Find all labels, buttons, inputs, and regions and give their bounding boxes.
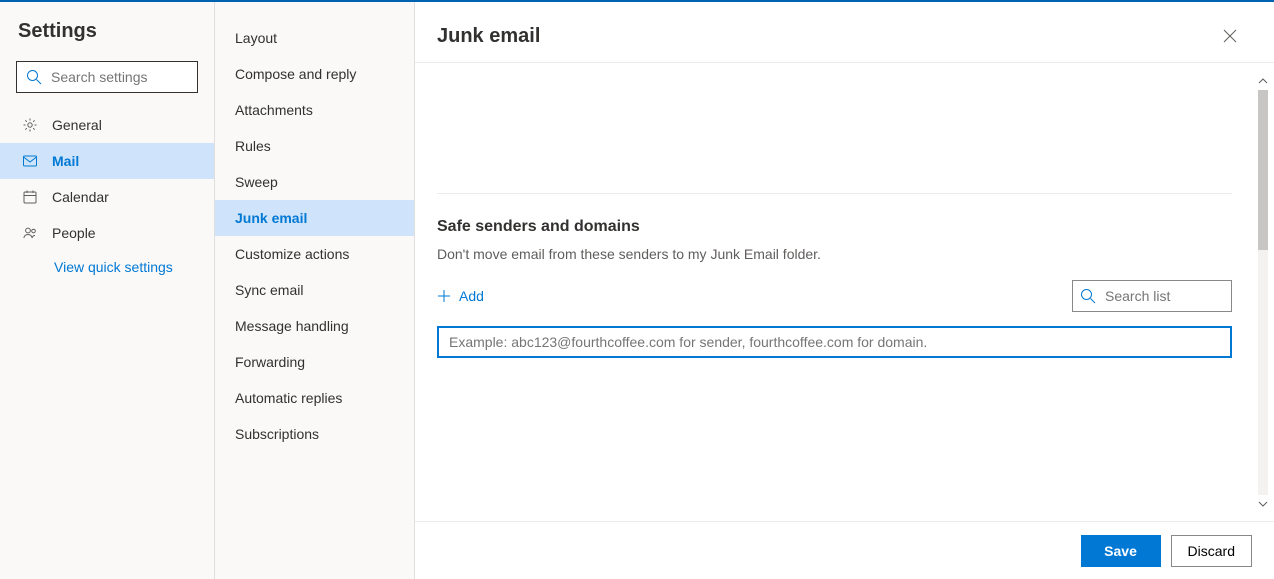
- main-panel: Junk email Safe senders and domains Don'…: [415, 2, 1274, 579]
- nav-label: Mail: [52, 153, 79, 169]
- scroll-up-arrow-icon: [1258, 76, 1268, 86]
- nav-label: General: [52, 117, 102, 133]
- save-button[interactable]: Save: [1081, 535, 1161, 567]
- subnav-junk-email[interactable]: Junk email: [215, 200, 414, 236]
- subnav-message-handling[interactable]: Message handling: [215, 308, 414, 344]
- search-icon: [26, 69, 42, 85]
- settings-sidebar: Settings General Mail Calendar: [0, 2, 215, 579]
- main-header: Junk email: [415, 2, 1274, 63]
- add-label: Add: [459, 288, 484, 304]
- subnav-compose-and-reply[interactable]: Compose and reply: [215, 56, 414, 92]
- app-root: Settings General Mail Calendar: [0, 2, 1274, 579]
- subnav-layout[interactable]: Layout: [215, 20, 414, 56]
- search-icon: [1080, 288, 1096, 304]
- close-button[interactable]: [1214, 20, 1246, 52]
- search-settings-input[interactable]: [16, 61, 198, 93]
- subnav-automatic-replies[interactable]: Automatic replies: [215, 380, 414, 416]
- subnav-sweep[interactable]: Sweep: [215, 164, 414, 200]
- nav-item-calendar[interactable]: Calendar: [0, 179, 214, 215]
- sender-domain-input[interactable]: [437, 326, 1232, 358]
- nav-label: Calendar: [52, 189, 109, 205]
- search-settings-wrap: [16, 61, 198, 93]
- calendar-icon: [22, 189, 38, 205]
- close-icon: [1223, 29, 1237, 43]
- subnav-forwarding[interactable]: Forwarding: [215, 344, 414, 380]
- subnav-customize-actions[interactable]: Customize actions: [215, 236, 414, 272]
- mail-subnav: Layout Compose and reply Attachments Rul…: [215, 2, 415, 579]
- main-body: Safe senders and domains Don't move emai…: [415, 63, 1274, 521]
- subnav-sync-email[interactable]: Sync email: [215, 272, 414, 308]
- search-list-input[interactable]: [1072, 280, 1232, 312]
- settings-title: Settings: [18, 20, 214, 43]
- safe-senders-heading: Safe senders and domains: [437, 218, 1232, 236]
- add-sender-button[interactable]: Add: [437, 288, 484, 304]
- page-title: Junk email: [437, 25, 540, 48]
- nav-label: People: [52, 225, 96, 241]
- search-list-wrap: [1072, 280, 1232, 312]
- mail-icon: [22, 153, 38, 169]
- scrollbar-thumb[interactable]: [1258, 90, 1268, 250]
- scroll-down-arrow-icon: [1258, 499, 1268, 509]
- people-icon: [22, 225, 38, 241]
- discard-button[interactable]: Discard: [1171, 535, 1252, 567]
- nav-item-general[interactable]: General: [0, 107, 214, 143]
- main-footer: Save Discard: [415, 521, 1274, 579]
- nav-item-people[interactable]: People: [0, 215, 214, 251]
- vertical-scrollbar[interactable]: [1258, 76, 1268, 509]
- view-quick-settings-link[interactable]: View quick settings: [54, 259, 214, 275]
- plus-icon: [437, 289, 451, 303]
- add-search-row: Add: [437, 280, 1232, 312]
- safe-senders-desc: Don't move email from these senders to m…: [437, 246, 1232, 262]
- gear-icon: [22, 117, 38, 133]
- nav-item-mail[interactable]: Mail: [0, 143, 214, 179]
- subnav-subscriptions[interactable]: Subscriptions: [215, 416, 414, 452]
- section-divider: [437, 193, 1232, 194]
- subnav-rules[interactable]: Rules: [215, 128, 414, 164]
- subnav-attachments[interactable]: Attachments: [215, 92, 414, 128]
